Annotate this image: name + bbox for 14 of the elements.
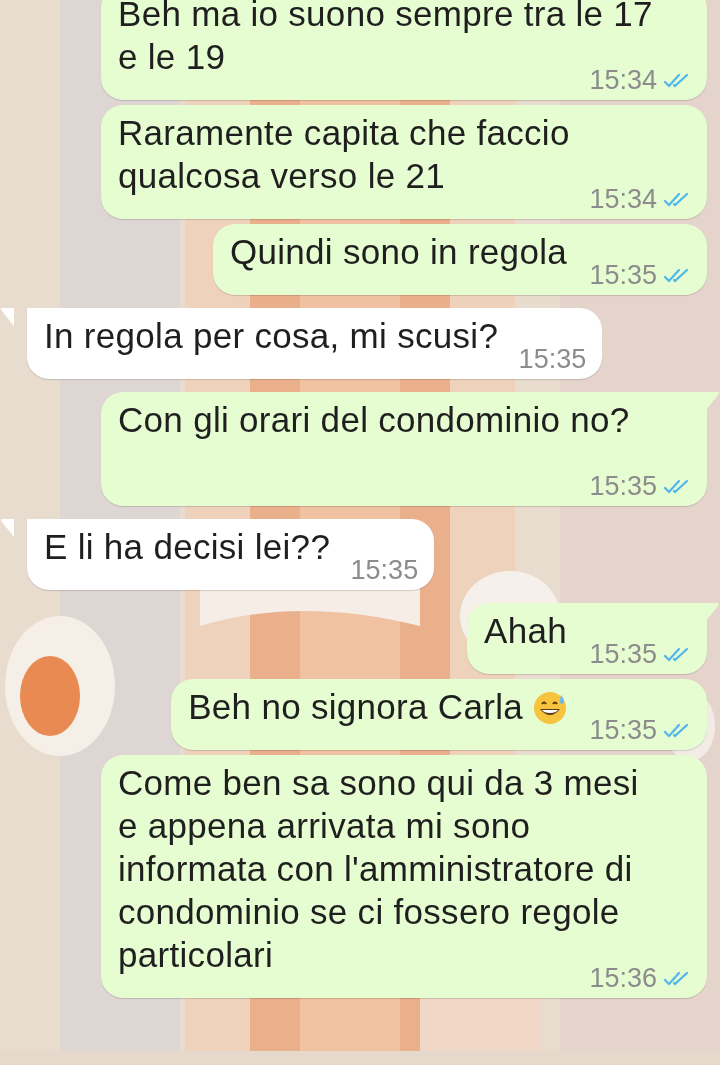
message-time: 15:35 [589, 717, 657, 744]
message-text: Raramente capita che faccio qualcosa verso le 21 [118, 113, 570, 195]
message-text: Quindi sono in regola [229, 232, 567, 271]
message-time: 15:35 [589, 262, 657, 289]
message-time: 15:35 [589, 473, 657, 500]
message-time: 15:35 [350, 557, 419, 584]
message-text: In regola per cosa, mi scusi? [44, 316, 499, 355]
message-text: Beh no signora Carla [188, 687, 523, 726]
message-text: Ahah [484, 611, 567, 650]
message-time: 15:35 [589, 641, 657, 668]
message-time: 15:34 [589, 186, 657, 213]
message-text: Con gli orari del condominio no? [118, 400, 630, 439]
message-text: E li ha decisi lei?? [44, 527, 331, 566]
message-time: 15:35 [518, 346, 587, 373]
